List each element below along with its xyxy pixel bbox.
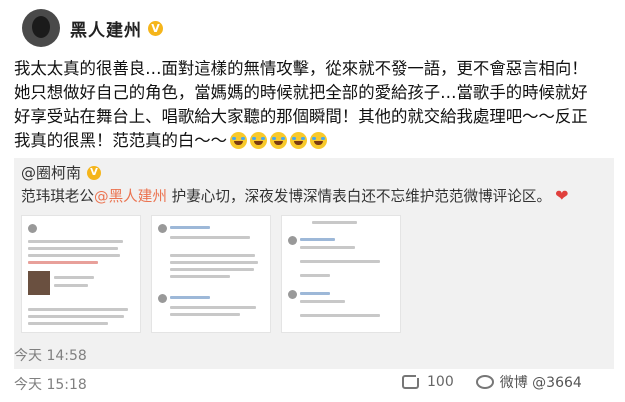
thumb-line [54,284,88,287]
repost-text-prefix: 范玮琪老公 [21,188,94,205]
post-line: 我太太真的很善良…面對這樣的無情攻擊，從來就不發一語，更不會惡言相向！ [14,59,588,78]
thumb-line [28,322,108,325]
thumb-line [170,296,210,299]
thumb-line [170,226,210,229]
heart-icon: ❤ [555,186,569,205]
repost-author-name[interactable]: @圈柯南 [21,162,81,183]
reposted-card[interactable]: @圈柯南 V 范玮琪老公@黑人建州 护妻心切，深夜发博深情表白还不忘维护范范微博… [14,158,614,369]
thumb-line [170,261,258,264]
thumb-avatar [28,224,37,233]
repost-author[interactable]: @圈柯南 V [21,162,102,183]
thumb-image [28,271,50,295]
thumb-line [300,274,330,277]
thumb-line [28,240,123,243]
post-content: 我太太真的很善良…面對這樣的無情攻擊，從來就不發一語，更不會惡言相向！ 她只想做… [14,57,614,153]
repost-timestamp: 今天 14:58 [14,348,87,364]
laugh-cry-emoji-icon [310,132,328,149]
verified-badge-icon: V [148,20,163,36]
thumb-line [170,236,250,239]
image-thumbnail-3[interactable] [281,215,401,333]
weibo-logo-icon [475,375,494,389]
thumb-line [28,247,118,250]
thumb-line [300,260,380,263]
thumb-line [300,314,380,317]
laugh-cry-emoji-icon [270,132,288,149]
mention-link[interactable]: @黑人建州 [94,188,167,205]
thumb-line [170,306,256,309]
thumb-line [28,254,120,257]
thumb-line [300,292,330,295]
post-line: 她只想做好自己的角色，當媽媽的時候就把全部的愛給孩子…當歌手的時候就好 [14,83,588,102]
thumb-line [54,276,94,279]
thumb-line [170,254,255,257]
post-header: 黑人建州 V [22,8,163,48]
post-line: 好享受站在舞台上、唱歌給大家聽的那個瞬間！其他的就交給我處理吧～～反正 [14,107,588,126]
post-timestamp: 今天 15:18 [14,377,87,393]
author-name[interactable]: 黑人建州 [70,16,142,41]
thumb-line [28,261,98,264]
thumb-avatar [158,294,167,303]
verified-badge-icon: V [87,165,102,180]
thumb-line [312,221,357,224]
thumb-line [170,275,230,278]
thumb-line [28,308,128,311]
repost-icon[interactable] [402,372,422,389]
thumb-avatar [158,224,167,233]
laugh-cry-emoji-icon [250,132,268,149]
thumb-avatar [288,290,297,299]
post-line: 我真的很黑！范范真的白～～ [14,129,614,153]
action-bar: 100 微博 @3664 [402,372,582,392]
repost-count[interactable]: 100 [427,374,454,390]
thumb-line [300,238,335,241]
thumb-line [170,268,254,271]
laugh-cry-emoji-icon [290,132,308,149]
thumb-line [28,315,124,318]
laugh-cry-emoji-icon [230,132,248,149]
thumb-line [170,313,240,316]
image-thumbnail-2[interactable] [151,215,271,333]
thumb-line [300,246,355,249]
avatar[interactable] [22,9,60,47]
repost-text-body: 护妻心切，深夜发博深情表白还不忘维护范范微博评论区。 [166,188,552,205]
post-line-text: 我真的很黑！范范真的白～～ [14,131,228,150]
watermark-text: 微博 @3664 [499,375,582,391]
repost-text: 范玮琪老公@黑人建州 护妻心切，深夜发博深情表白还不忘维护范范微博评论区。 ❤ [21,185,568,206]
thumb-avatar [288,236,297,245]
image-thumbnail-1[interactable] [21,215,141,333]
watermark: 微博 @3664 [475,372,582,392]
thumb-line [300,300,345,303]
